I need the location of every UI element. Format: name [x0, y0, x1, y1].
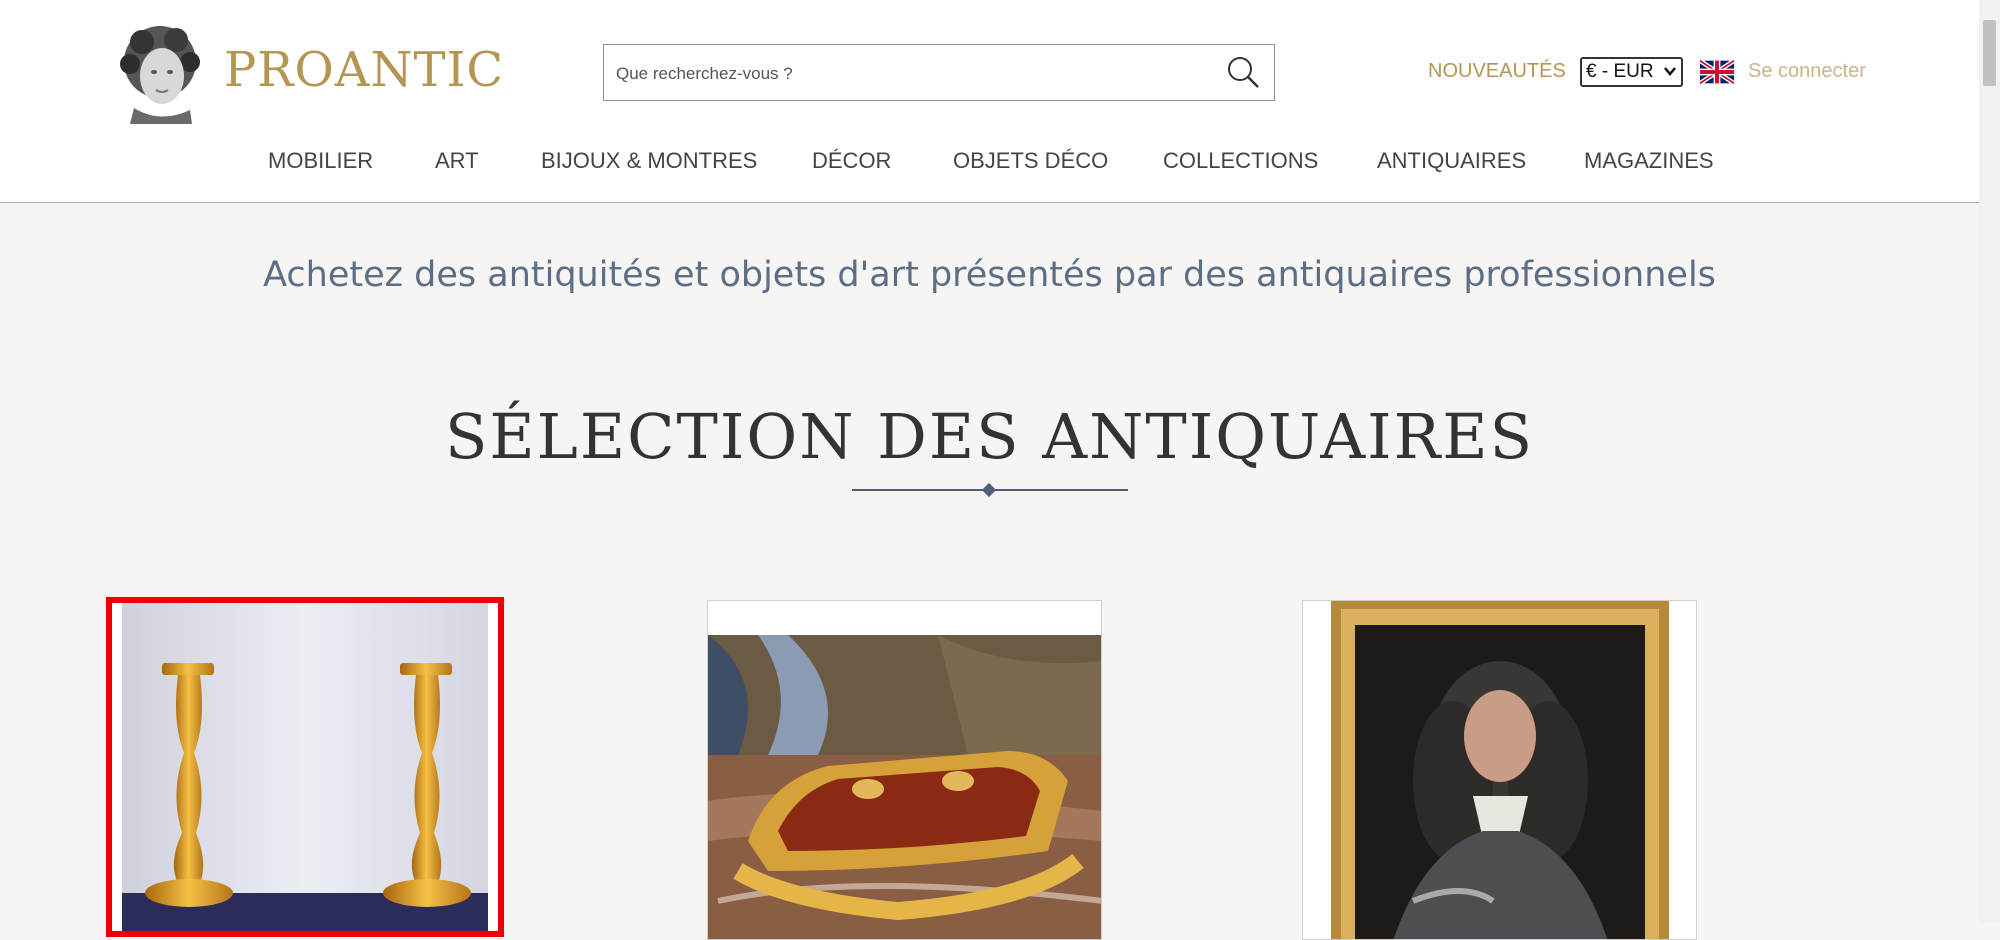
nav-item-objets-deco[interactable]: OBJETS DÉCO [953, 148, 1108, 174]
nav-item-mobilier[interactable]: MOBILIER [268, 148, 373, 174]
product-card-candlesticks[interactable] [106, 597, 504, 937]
nav-item-collections[interactable]: COLLECTIONS [1163, 148, 1318, 174]
logo-text[interactable]: PROANTIC [224, 42, 504, 98]
scrollbar-thumb[interactable] [1983, 20, 1996, 86]
site-header: PROANTIC NOUVEAUTÉS € - EUR Se connecter… [0, 0, 1979, 203]
page-scrollbar[interactable] [1979, 0, 2000, 923]
currency-select-value: € - EUR [1586, 61, 1654, 82]
nav-item-bijoux-montres[interactable]: BIJOUX & MONTRES [541, 148, 757, 174]
uk-flag-icon[interactable] [1700, 60, 1734, 84]
title-underline-diamond [981, 482, 997, 498]
currency-select[interactable]: € - EUR [1580, 57, 1683, 87]
main-nav: MOBILIER ART BIJOUX & MONTRES DÉCOR OBJE… [0, 148, 1979, 182]
nav-item-magazines[interactable]: MAGAZINES [1584, 148, 1714, 174]
search-input[interactable] [614, 45, 1208, 102]
search-box [603, 44, 1275, 102]
search-icon[interactable] [1226, 55, 1260, 89]
nav-item-art[interactable]: ART [435, 148, 479, 174]
chevron-down-icon [1664, 67, 1676, 76]
nav-item-decor[interactable]: DÉCOR [812, 148, 891, 174]
logo-bust-icon[interactable] [112, 20, 208, 124]
product-card-portrait[interactable] [1302, 600, 1697, 940]
nav-item-antiquaires[interactable]: ANTIQUAIRES [1377, 148, 1526, 174]
product-image-inkwell [708, 601, 1101, 939]
product-image-portrait [1303, 601, 1696, 939]
page-tagline: Achetez des antiquités et objets d'art p… [263, 255, 1716, 295]
new-arrivals-link[interactable]: NOUVEAUTÉS [1428, 60, 1566, 83]
product-image-candlesticks [112, 603, 498, 931]
section-title: SÉLECTION DES ANTIQUAIRES [444, 400, 1535, 473]
product-card-inkwell[interactable] [707, 600, 1102, 940]
login-link[interactable]: Se connecter [1748, 60, 1866, 83]
